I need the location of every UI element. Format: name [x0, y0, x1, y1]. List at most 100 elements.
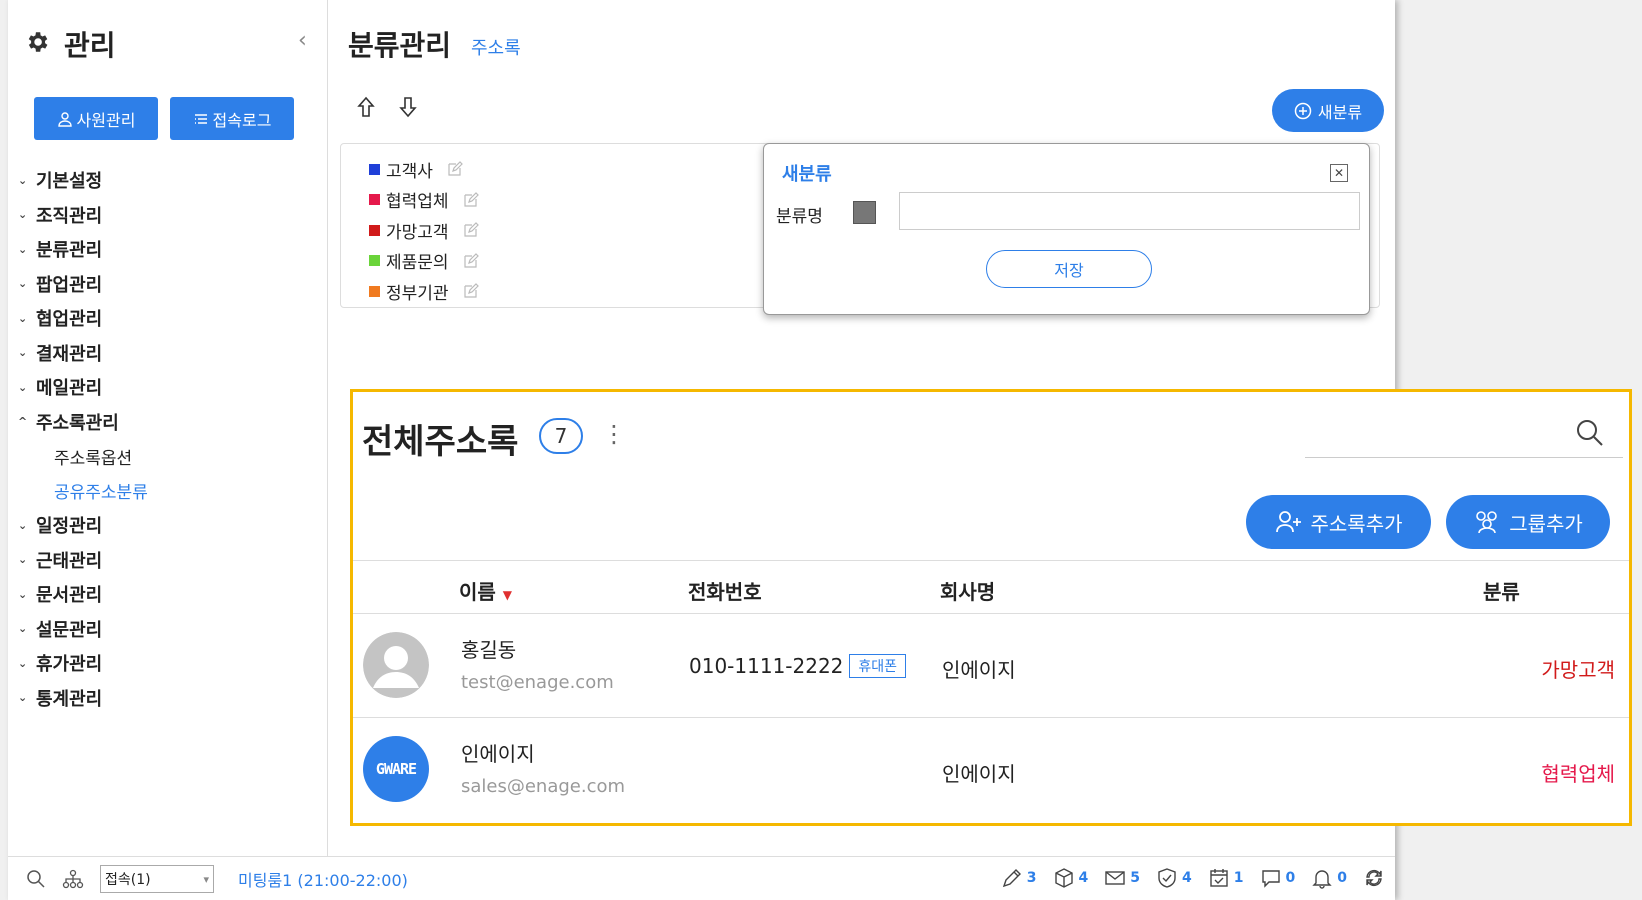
chevron-down-icon: ⌄ [18, 656, 28, 670]
chevron-down-icon: ⌄ [18, 518, 28, 532]
meeting-room-link[interactable]: 미팅룸1 (21:00-22:00) [238, 867, 408, 891]
arrow-up-icon[interactable] [356, 96, 376, 118]
contact-category: 협력업체 [1541, 762, 1615, 786]
menu-organization[interactable]: ⌄ 조직관리 [18, 198, 148, 233]
bell-icon [1312, 870, 1332, 889]
chevron-down-icon: ⌄ [18, 622, 28, 636]
edit-icon[interactable] [463, 191, 479, 208]
table-row[interactable]: 홍길동 test@enage.com 010-1111-2222 휴대폰 인에이… [353, 614, 1629, 718]
menu-shared-address-category[interactable]: 공유주소분류 [18, 474, 148, 509]
color-picker-swatch[interactable] [853, 201, 876, 224]
box-counter[interactable]: 4 [1053, 867, 1088, 889]
column-company[interactable]: 회사명 [940, 576, 995, 605]
category-item[interactable]: 협력업체 [369, 185, 479, 216]
contact-category: 가망고객 [1541, 658, 1615, 682]
add-group-label: 그룹추가 [1509, 511, 1583, 536]
list-icon [194, 113, 207, 124]
chevron-down-icon: ⌄ [18, 691, 28, 705]
menu-mail[interactable]: ⌄ 메일관리 [18, 370, 148, 405]
new-category-button[interactable]: 새분류 [1272, 89, 1384, 132]
menu-statistics[interactable]: ⌄ 통계관리 [18, 681, 148, 716]
menu-address-book[interactable]: ^ 주소록관리 [18, 405, 148, 440]
color-square [369, 255, 380, 267]
close-icon[interactable]: ✕ [1330, 164, 1348, 182]
chevron-down-icon: ⌄ [18, 553, 28, 567]
notification-counter[interactable]: 0 [1311, 867, 1347, 889]
arrow-down-icon[interactable] [398, 96, 418, 118]
status-bar: 접속(1) ▾ 미팅룸1 (21:00-22:00) 3 4 5 4 1 0 0 [8, 856, 1395, 900]
chevron-down-icon: ⌄ [18, 242, 28, 256]
page-subtitle-link[interactable]: 주소록 [471, 34, 521, 60]
column-name[interactable]: 이름 ▼ [459, 576, 512, 605]
table-row[interactable]: GWARE 인에이지 sales@enage.com 인에이지 협력업체 [353, 718, 1629, 822]
category-item[interactable]: 제품문의 [369, 246, 479, 277]
chat-counter[interactable]: 0 [1260, 867, 1295, 889]
edit-icon[interactable] [447, 161, 463, 177]
category-item[interactable]: 가망고객 [369, 215, 479, 246]
menu-schedule[interactable]: ⌄ 일정관리 [18, 508, 148, 543]
mail-icon [1105, 871, 1125, 885]
popup-title: 새분류 [782, 164, 832, 185]
mail-counter[interactable]: 5 [1104, 867, 1140, 889]
contact-name: 홍길동 [461, 638, 517, 662]
menu-popup[interactable]: ⌄ 팝업관리 [18, 267, 148, 302]
sort-desc-icon: ▼ [502, 588, 513, 602]
search-icon[interactable] [26, 869, 46, 889]
menu-vacation[interactable]: ⌄ 휴가관리 [18, 646, 148, 681]
add-group-button[interactable]: 그룹추가 [1446, 495, 1610, 549]
menu-collaboration[interactable]: ⌄ 협업관리 [18, 301, 148, 336]
plus-circle-icon [1294, 102, 1312, 119]
sidebar-header: 관리 [24, 24, 116, 64]
pen-counter[interactable]: 3 [1001, 867, 1037, 889]
pen-icon [1002, 869, 1021, 888]
contact-name: 인에이지 [461, 742, 535, 766]
menu-basic-settings[interactable]: ⌄ 기본설정 [18, 163, 148, 198]
column-category[interactable]: 분류 [1483, 576, 1520, 605]
edit-icon[interactable] [463, 283, 479, 299]
org-chart-icon[interactable] [62, 869, 84, 889]
chevron-down-icon: ▾ [203, 872, 209, 886]
column-phone[interactable]: 전화번호 [688, 576, 762, 605]
connection-select[interactable]: 접속(1) ▾ [100, 865, 214, 893]
menu-address-book-options[interactable]: 주소록옵션 [18, 439, 148, 474]
sidebar: 관리 ‹ 사원관리 접속로그 ⌄ 기본설정 ⌄ 조직관리 ⌄ 분류관리 ⌄ 팝업관리 ⌄… [8, 0, 328, 856]
new-category-label: 새분류 [1317, 102, 1363, 122]
contact-email: test@enage.com [461, 672, 614, 693]
category-name-label: 분류명 [776, 207, 823, 227]
save-button[interactable]: 저장 [986, 250, 1152, 288]
search-input-underline[interactable] [1305, 457, 1623, 458]
menu-survey[interactable]: ⌄ 설문관리 [18, 612, 148, 647]
status-bar-right: 3 4 5 4 1 0 0 [1001, 867, 1385, 889]
menu-attendance[interactable]: ⌄ 근태관리 [18, 543, 148, 578]
add-user-icon [1275, 511, 1301, 533]
chevron-down-icon: ⌄ [18, 173, 28, 187]
menu-approval[interactable]: ⌄ 결재관리 [18, 336, 148, 371]
refresh-icon[interactable] [1363, 867, 1385, 889]
staff-management-button[interactable]: 사원관리 [34, 97, 158, 140]
approval-counter[interactable]: 4 [1156, 867, 1192, 889]
more-options-icon[interactable]: ⋮ [602, 420, 626, 448]
address-book-panel: 전체주소록 7 ⋮ 주소록추가 그룹추가 이름 ▼ 전화번호 회사명 분류 홍길… [350, 389, 1632, 826]
add-contact-button[interactable]: 주소록추가 [1246, 495, 1431, 549]
contact-email: sales@enage.com [461, 776, 626, 797]
menu-category[interactable]: ⌄ 분류관리 [18, 232, 148, 267]
address-book-title: 전체주소록 [362, 422, 519, 462]
category-item[interactable]: 고객사 [369, 154, 479, 185]
chevron-up-icon: ^ [18, 415, 28, 429]
avatar [363, 632, 429, 698]
menu-documents[interactable]: ⌄ 문서관리 [18, 577, 148, 612]
edit-icon[interactable] [463, 222, 479, 238]
phone-type-badge: 휴대폰 [849, 654, 907, 678]
contact-company: 인에이지 [942, 762, 1016, 786]
search-icon[interactable] [1575, 418, 1605, 448]
calendar-counter[interactable]: 1 [1208, 867, 1244, 889]
access-log-button[interactable]: 접속로그 [170, 97, 294, 140]
staff-management-label: 사원관리 [76, 110, 136, 130]
collapse-sidebar-icon[interactable]: ‹ [298, 28, 307, 53]
chevron-down-icon: ⌄ [18, 587, 28, 601]
edit-icon[interactable] [463, 252, 479, 269]
category-item[interactable]: 정부기관 [369, 276, 479, 307]
sidebar-title: 관리 [64, 29, 116, 62]
category-name-input[interactable] [899, 192, 1360, 230]
chevron-down-icon: ⌄ [18, 208, 28, 222]
